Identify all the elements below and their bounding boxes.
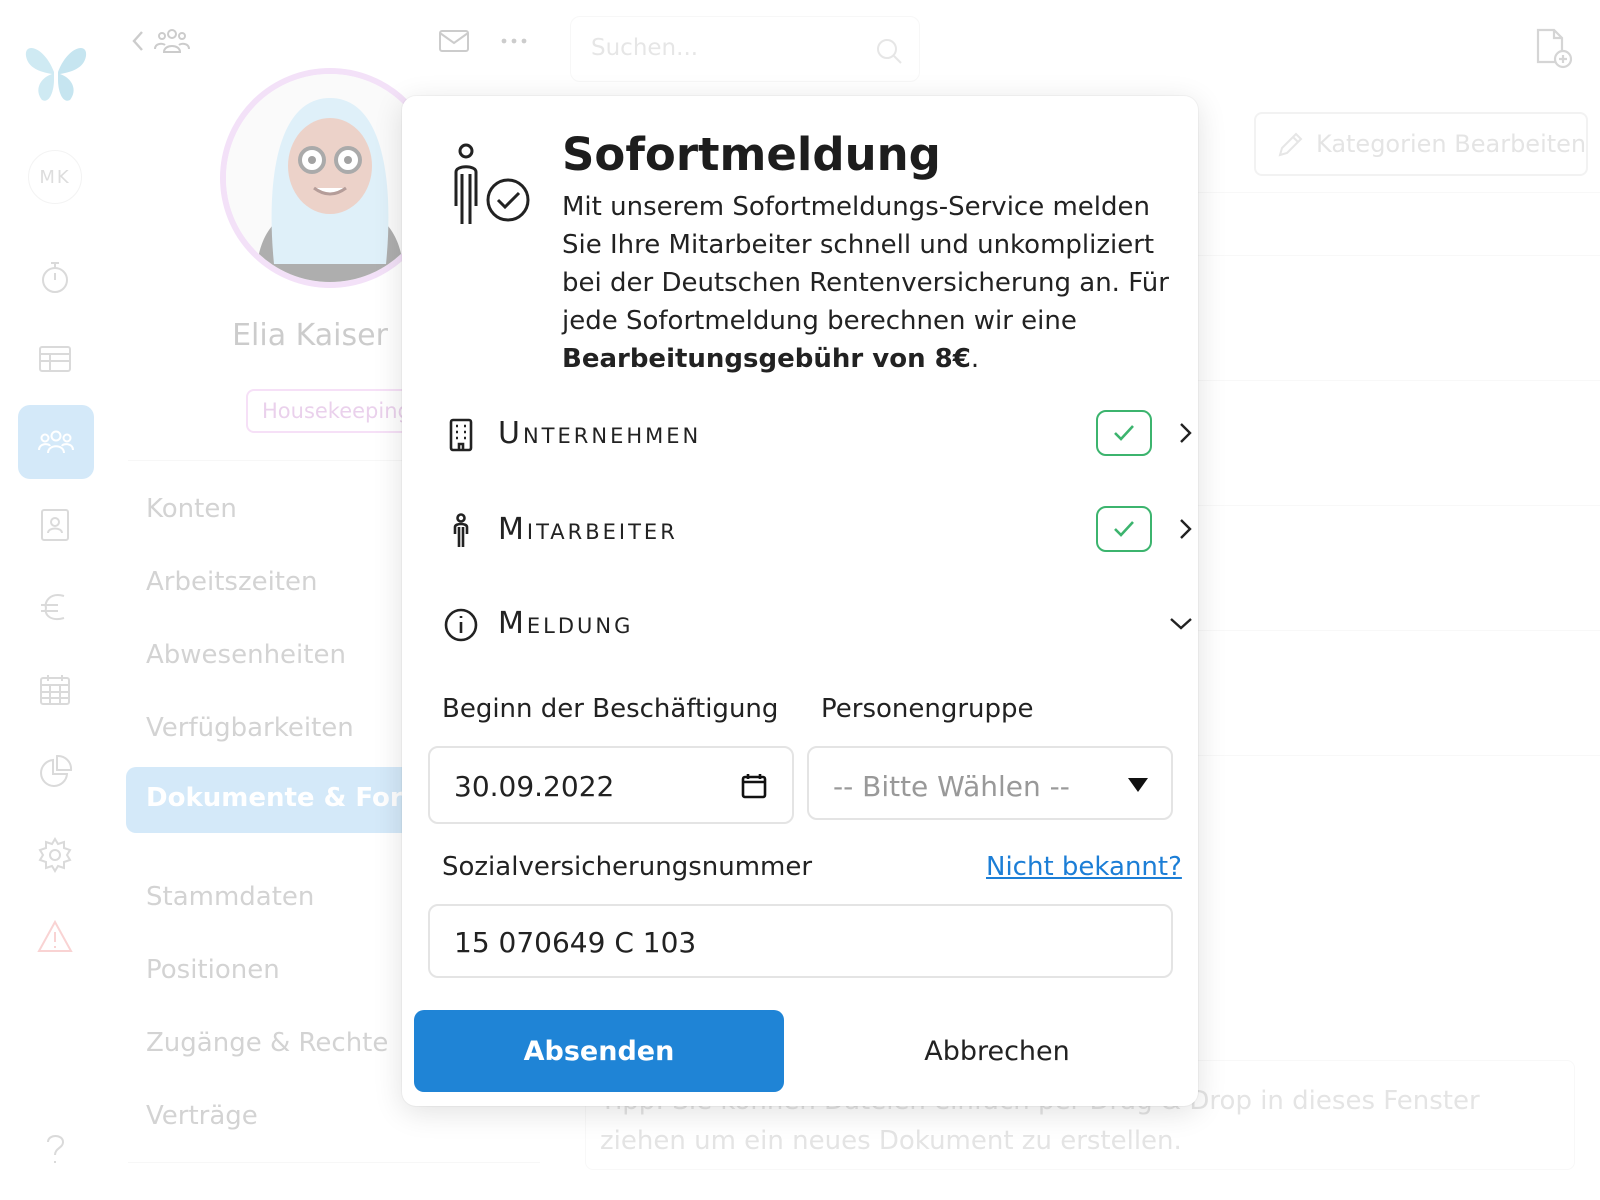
person-icon bbox=[453, 513, 469, 547]
person-group-label: Personengruppe bbox=[821, 694, 1034, 724]
section-unternehmen[interactable]: Unternehmen bbox=[442, 410, 1192, 460]
section-mitarbeiter-title: Mitarbeiter bbox=[498, 512, 678, 547]
ssn-value: 15 070649 C 103 bbox=[454, 926, 697, 959]
ssn-input[interactable]: 15 070649 C 103 bbox=[428, 904, 1173, 978]
section-meldung[interactable]: Meldung bbox=[442, 600, 1192, 650]
cancel-button[interactable]: Abbrechen bbox=[812, 1010, 1182, 1092]
section-mitarbeiter[interactable]: Mitarbeiter bbox=[442, 506, 1192, 556]
chevron-right-icon[interactable] bbox=[1172, 420, 1198, 446]
ssn-label: Sozialversicherungsnummer bbox=[442, 852, 813, 882]
mitarbeiter-complete-badge bbox=[1096, 506, 1152, 552]
caret-down-icon bbox=[1128, 778, 1148, 792]
dialog-description: Mit unserem Sofortmeldungs-Service melde… bbox=[562, 188, 1182, 378]
section-meldung-title: Meldung bbox=[498, 606, 634, 641]
submit-button[interactable]: Absenden bbox=[414, 1010, 784, 1092]
chevron-right-icon[interactable] bbox=[1172, 516, 1198, 542]
start-date-value: 30.09.2022 bbox=[454, 770, 615, 803]
checkmark-icon bbox=[1114, 425, 1134, 441]
sofortmeldung-dialog: Sofortmeldung Mit unserem Sofortmeldungs… bbox=[402, 96, 1198, 1106]
description-suffix: . bbox=[970, 344, 980, 374]
unternehmen-complete-badge bbox=[1096, 410, 1152, 456]
person-check-icon bbox=[454, 143, 530, 224]
building-icon bbox=[449, 418, 473, 452]
person-group-placeholder: -- Bitte Wählen -- bbox=[833, 770, 1070, 803]
chevron-down-icon[interactable] bbox=[1168, 610, 1194, 636]
checkmark-icon bbox=[1114, 521, 1134, 537]
ssn-unknown-link[interactable]: Nicht bekannt? bbox=[986, 852, 1182, 882]
section-unternehmen-title: Unternehmen bbox=[498, 416, 702, 451]
description-text: Mit unserem Sofortmeldungs-Service melde… bbox=[562, 192, 1169, 336]
start-date-input[interactable]: 30.09.2022 bbox=[428, 746, 794, 824]
start-date-label: Beginn der Beschäftigung bbox=[442, 694, 779, 724]
calendar-icon[interactable] bbox=[740, 772, 768, 800]
person-group-select[interactable]: -- Bitte Wählen -- bbox=[807, 746, 1173, 820]
info-icon bbox=[444, 608, 478, 642]
fee-text: Bearbeitungsgebühr von 8€ bbox=[562, 344, 971, 374]
dialog-title: Sofortmeldung bbox=[562, 128, 941, 181]
